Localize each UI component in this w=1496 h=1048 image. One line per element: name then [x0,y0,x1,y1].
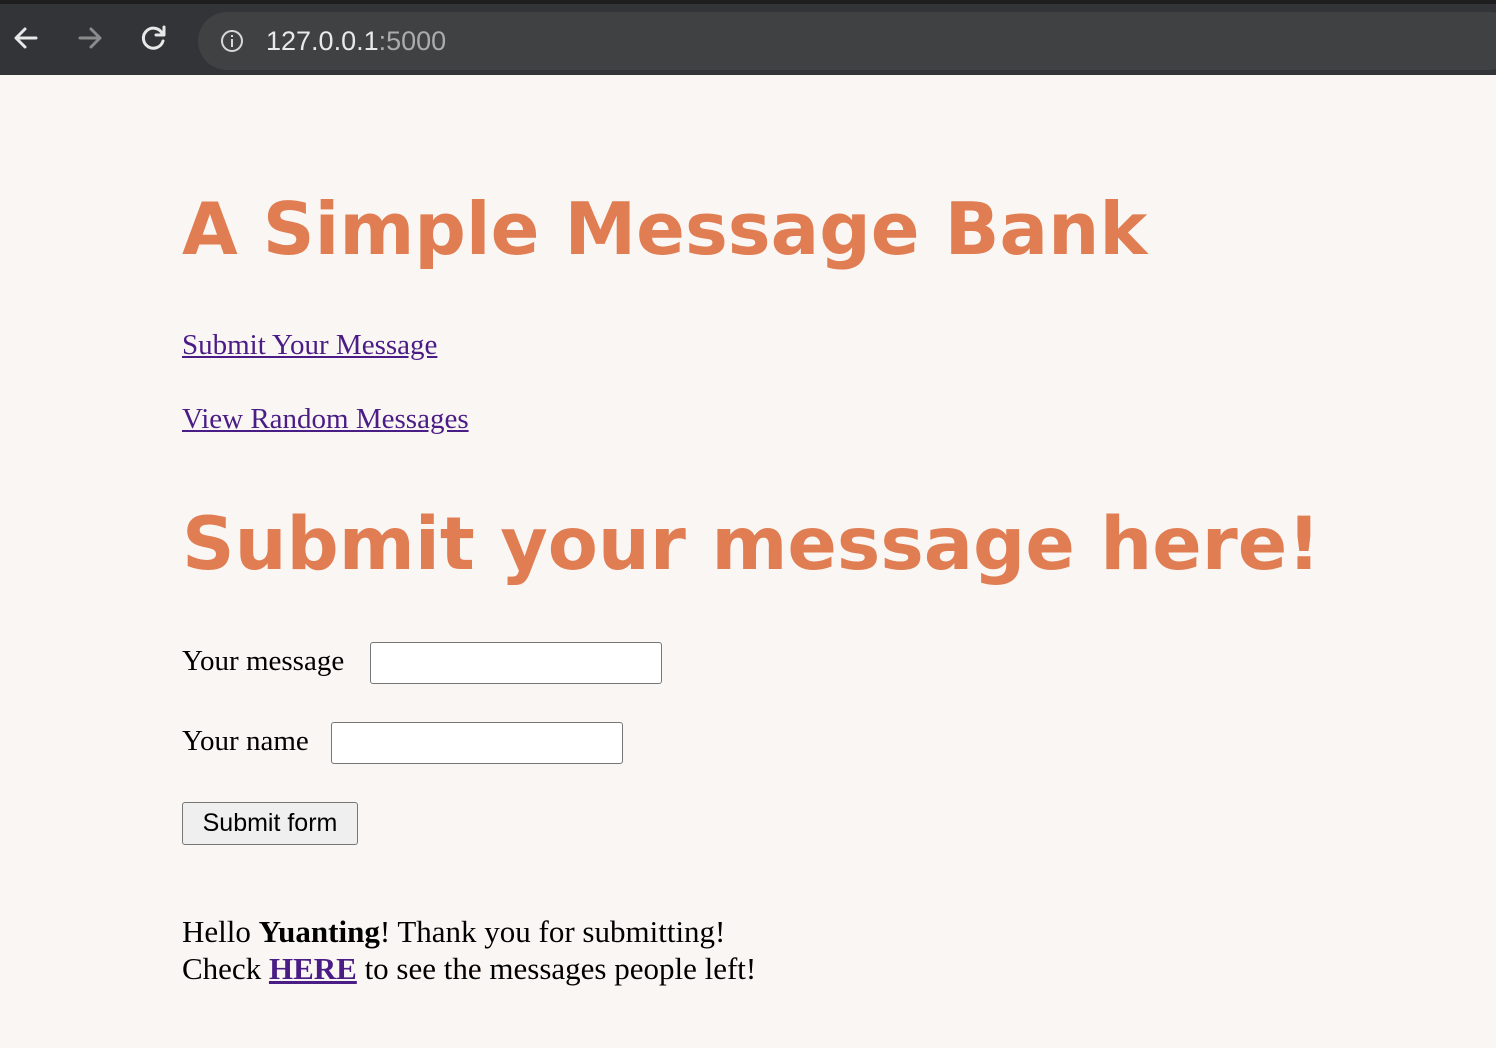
check-text: Check [182,951,269,986]
reload-button[interactable] [134,18,174,58]
name-label: Your name [182,725,309,757]
message-input[interactable] [370,642,662,684]
back-arrow-icon [14,27,38,49]
user-name: Yuanting [258,914,380,949]
greeting-text: Hello [182,914,259,949]
forward-button[interactable] [70,18,110,58]
url-host: 127.0.0.1 [266,26,379,56]
url-port: :5000 [378,26,447,56]
page-content: A Simple Message Bank Submit Your Messag… [0,75,1496,1048]
forward-arrow-icon [78,27,102,49]
submit-form-button[interactable]: Submit form [182,802,358,845]
view-random-messages-link[interactable]: View Random Messages [182,401,469,437]
name-input[interactable] [331,722,623,764]
url-text[interactable]: 127.0.0.1:5000 [266,24,446,58]
section-title: Submit your message here! [182,502,1321,587]
thank-you-message: Hello Yuanting! Thank you for submitting… [182,913,725,950]
check-messages-line: Check HERE to see the messages people le… [182,950,756,987]
here-link[interactable]: HERE [269,951,357,986]
see-messages-text: to see the messages people left! [356,951,757,986]
thanks-text: ! Thank you for submitting! [379,914,726,949]
back-button[interactable] [6,18,46,58]
browser-toolbar: 127.0.0.1:5000 [0,0,1496,75]
message-label: Your message [182,645,345,677]
address-bar[interactable]: 127.0.0.1:5000 [198,12,1496,70]
info-icon[interactable] [220,29,244,53]
submit-message-link[interactable]: Submit Your Message [182,327,437,363]
page-title: A Simple Message Bank [182,187,1148,271]
reload-icon [141,25,166,50]
